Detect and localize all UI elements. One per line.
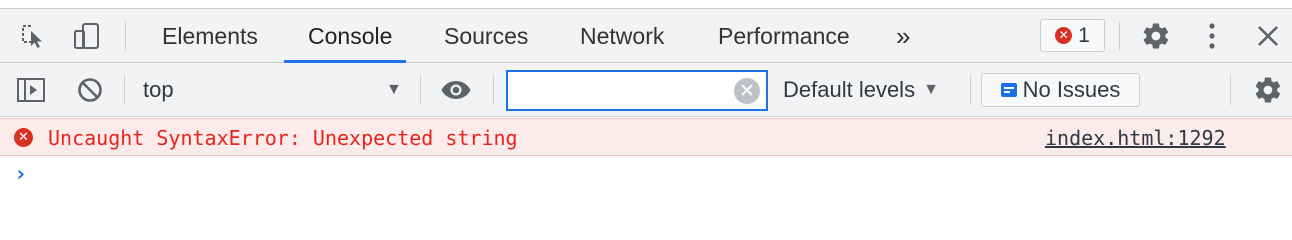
error-message-text: Uncaught SyntaxError: Unexpected string [48,126,518,150]
close-devtools-icon[interactable] [1254,22,1282,50]
tab-bar-divider [125,21,126,51]
error-count: 1 [1078,23,1090,47]
tab-elements[interactable]: Elements [152,9,268,63]
issues-message-icon [1000,83,1017,97]
error-icon: ✕ [1055,27,1073,44]
live-expression-eye-icon[interactable] [438,75,474,105]
prompt-chevron-icon: › [14,162,28,187]
tab-sources[interactable]: Sources [434,9,538,63]
inspect-element-icon[interactable] [18,22,48,50]
issues-button[interactable]: No Issues [981,73,1140,107]
log-levels-dropdown[interactable]: Default levels ▼ [783,63,939,116]
console-filter-input-wrapper: ✕ [506,70,768,111]
more-tabs-button[interactable]: » [886,9,920,63]
tab-performance[interactable]: Performance [708,9,860,63]
more-tabs-chevron-icon: » [896,20,911,51]
more-options-kebab-icon[interactable] [1200,20,1224,52]
tab-console[interactable]: Console [298,9,402,63]
settings-gear-icon[interactable] [1140,20,1172,52]
console-prompt-input[interactable] [48,162,1248,190]
toolbar-divider-4 [970,75,971,105]
execution-context-select[interactable]: top ▼ [130,63,410,116]
console-error-message: ✕ Uncaught SyntaxError: Unexpected strin… [0,118,1292,156]
clear-filter-icon[interactable]: ✕ [734,78,760,104]
error-message-icon: ✕ [14,128,33,147]
console-toolbar: top ▼ ✕ Default levels ▼ No Issues [0,63,1292,117]
toolbar-divider-2 [420,75,421,105]
error-source-link[interactable]: index.html:1292 [1045,119,1226,155]
console-prompt: › [0,156,1292,196]
clear-console-icon[interactable] [74,75,106,105]
error-count-badge[interactable]: ✕ 1 [1040,19,1105,52]
tab-network[interactable]: Network [570,9,674,63]
toolbar-divider-3 [493,75,494,105]
tab-bar-divider-2 [1119,21,1120,51]
devtools-tab-bar: Elements Console Sources Network Perform… [0,8,1292,63]
tab-elements-label: Elements [162,22,258,49]
console-settings-gear-icon[interactable] [1252,74,1284,106]
tab-network-label: Network [580,22,665,49]
tab-sources-label: Sources [444,22,529,49]
console-filter-input[interactable] [514,76,728,106]
device-toolbar-icon[interactable] [71,21,103,51]
tab-performance-label: Performance [718,22,850,49]
execution-context-value: top [143,76,174,102]
levels-caret-icon: ▼ [923,80,939,98]
context-dropdown-caret-icon: ▼ [386,80,402,98]
tab-console-label: Console [308,22,393,49]
window-top-strip [0,0,1292,8]
toolbar-divider-1 [124,75,125,105]
log-levels-label: Default levels [783,76,916,102]
issues-label: No Issues [1022,77,1121,102]
show-sidebar-icon[interactable] [14,75,48,105]
toolbar-divider-5 [1230,75,1231,105]
